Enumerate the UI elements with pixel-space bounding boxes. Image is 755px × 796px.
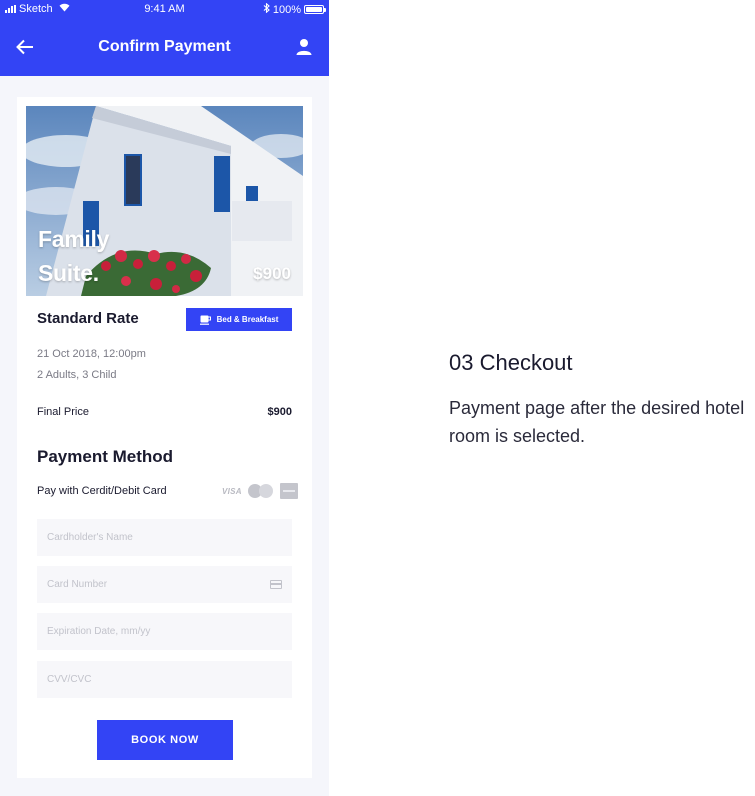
user-icon[interactable] <box>295 38 313 56</box>
description-text: Payment page after the desired hotel roo… <box>449 398 745 446</box>
coffee-cup-icon <box>199 315 211 325</box>
room-name: Family Suite. <box>38 222 109 290</box>
breakfast-badge: Bed & Breakfast <box>186 308 292 331</box>
expiration-date-placeholder: Expiration Date, mm/yy <box>47 626 151 637</box>
page: Sketch 9:41 AM 100% Confirm Payment Fami… <box>0 0 755 796</box>
app-header: Sketch 9:41 AM 100% Confirm Payment <box>0 0 329 76</box>
page-title: Confirm Payment <box>98 38 231 55</box>
cardholder-name-placeholder: Cardholder's Name <box>47 532 133 543</box>
battery-label: 100% <box>272 3 301 16</box>
credit-card-icon <box>270 580 282 589</box>
room-price: $900 <box>253 264 291 283</box>
cvv-placeholder: CVV/CVC <box>47 674 92 685</box>
booking-card: Family Suite. $900 Standard Rate Bed & B… <box>17 97 312 778</box>
room-name-line2: Suite. <box>38 260 99 286</box>
card-option-label[interactable]: Pay with Cerdit/Debit Card <box>37 485 167 497</box>
room-name-line1: Family <box>38 226 110 252</box>
amex-icon <box>279 483 298 499</box>
payment-method-title: Payment Method <box>37 447 174 466</box>
final-price-value: $900 <box>267 406 292 418</box>
status-bar: Sketch 9:41 AM 100% <box>0 0 329 18</box>
battery-icon <box>304 5 326 14</box>
card-number-placeholder: Card Number <box>47 579 108 590</box>
book-now-button[interactable]: BOOK NOW <box>97 720 233 760</box>
final-price-label: Final Price <box>37 406 89 418</box>
card-number-field[interactable]: Card Number <box>37 566 292 603</box>
status-right: 100% <box>263 2 326 16</box>
badge-label: Bed & Breakfast <box>216 315 279 324</box>
cardholder-name-field[interactable]: Cardholder's Name <box>37 519 292 556</box>
description-title: 03 Checkout <box>449 350 573 375</box>
guest-count: 2 Adults, 3 Child <box>37 369 117 381</box>
rate-name: Standard Rate <box>37 310 139 327</box>
booking-date: 21 Oct 2018, 12:00pm <box>37 348 146 360</box>
bluetooth-icon <box>263 2 270 16</box>
card-brands: VISA <box>222 483 298 499</box>
phone-screen: Sketch 9:41 AM 100% Confirm Payment Fami… <box>0 0 329 796</box>
cvv-field[interactable]: CVV/CVC <box>37 661 292 698</box>
visa-icon: VISA <box>222 486 242 496</box>
mastercard-icon <box>247 484 274 498</box>
room-photo: Family Suite. $900 <box>26 106 303 296</box>
expiration-date-field[interactable]: Expiration Date, mm/yy <box>37 613 292 650</box>
